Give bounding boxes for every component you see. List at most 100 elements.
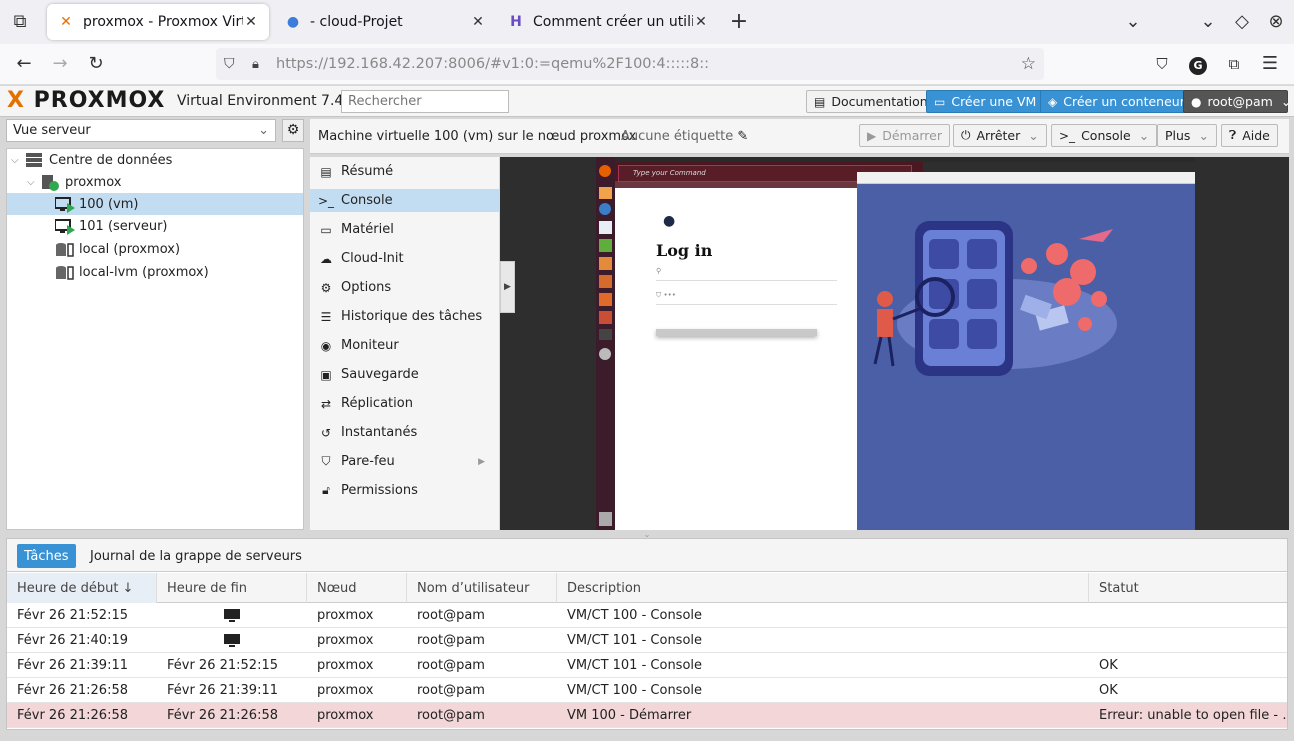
running-monitor-icon (157, 603, 307, 628)
vm-login-button[interactable] (656, 329, 817, 336)
pocket-icon[interactable]: ⛉ (1150, 52, 1174, 76)
menu-item-monitor[interactable]: ◉ Moniteur (310, 334, 499, 357)
close-window-icon[interactable]: ⊗ (1264, 10, 1288, 34)
search-input[interactable] (341, 90, 509, 113)
column-user[interactable]: Nom d’utilisateur (407, 573, 557, 603)
cell-description: VM/CT 101 - Console (567, 633, 703, 648)
table-row-error[interactable]: Févr 26 21:26:58 Févr 26 21:26:58 proxmo… (7, 703, 1287, 728)
tab-list-icon[interactable]: ⧉ (8, 10, 32, 34)
tab-label: proxmox - Proxmox Virtu (83, 14, 243, 30)
tab-cluster-log-label: Journal de la grappe de serveurs (90, 548, 302, 564)
browser-tab-comment-creer[interactable]: H Comment créer un utilisa ✕ (497, 4, 719, 40)
vm-password-field[interactable]: ⛉ ••• (656, 291, 837, 305)
table-row[interactable]: Févr 26 21:39:11 Févr 26 21:52:15 proxmo… (7, 653, 1287, 678)
tree-item-vm-101[interactable]: 101 (serveur) (7, 215, 303, 237)
tree-item-vm-100[interactable]: 100 (vm) (7, 193, 303, 215)
url-field[interactable]: ⛉ 🔒︎ https://192.168.42.207:8006/#v1:0:=… (216, 48, 1044, 80)
chevron-down-icon[interactable]: ⌄ (1121, 10, 1145, 34)
back-arrow-icon[interactable]: ← (12, 52, 36, 76)
extensions-icon[interactable]: ⧉ (1222, 52, 1246, 76)
tree-item-storage-local[interactable]: local (proxmox) (7, 238, 303, 260)
minimize-icon[interactable]: ⌄ (1196, 10, 1220, 34)
menu-item-task-history[interactable]: ☰ Historique des tâches (310, 305, 499, 328)
view-selector[interactable]: Vue serveur ⌄ (6, 119, 276, 142)
content-title: Machine virtuelle 100 (vm) sur le nœud p… (318, 129, 637, 144)
menu-item-permissions[interactable]: 🔓︎ Permissions (310, 479, 499, 502)
browser-nav-bar: ← → ↻ ⛉ 🔒︎ https://192.168.42.207:8006/#… (0, 44, 1294, 85)
tab-tasks-label: Tâches (24, 548, 69, 564)
power-icon: ⏻ (961, 128, 971, 142)
profile-avatar[interactable]: G (1186, 52, 1210, 76)
eye-icon: ◉ (320, 338, 332, 353)
vm-login-title: Log in (656, 241, 713, 260)
user-menu-button[interactable]: ● root@pam ⌄ (1183, 90, 1291, 113)
maximize-icon[interactable]: ◇ (1230, 10, 1254, 34)
tree-item-storage-local-lvm[interactable]: local-lvm (proxmox) (7, 261, 303, 283)
documentation-button[interactable]: ▤ Documentation (806, 90, 936, 113)
hamburger-menu-icon[interactable]: ☰ (1258, 52, 1282, 76)
pencil-icon[interactable]: ✎ (737, 129, 748, 144)
close-tab-icon[interactable]: ✕ (693, 14, 709, 30)
tab-tasks[interactable]: Tâches (17, 544, 76, 568)
console-button[interactable]: >_ Console ⌄ (1051, 124, 1158, 147)
cell-node: proxmox (317, 708, 374, 723)
table-row[interactable]: Févr 26 21:26:58 Févr 26 21:39:11 proxmo… (7, 678, 1287, 703)
cell-node: proxmox (317, 608, 374, 623)
column-node[interactable]: Nœud (307, 573, 407, 603)
tree-settings-gear-icon[interactable]: ⚙ (282, 119, 304, 142)
tasks-panel: Tâches Journal de la grappe de serveurs … (6, 538, 1288, 730)
vm-menu: ▤ Résumé >_ Console ▭ Matériel ☁ Cloud-Init … (310, 157, 499, 530)
tags-field[interactable]: Aucune étiquette ✎ (621, 129, 748, 144)
reload-icon[interactable]: ↻ (84, 52, 108, 76)
table-row[interactable]: Févr 26 21:40:19 proxmox root@pam VM/CT … (7, 628, 1287, 653)
stop-button[interactable]: ⏻ Arrêter ⌄ (953, 124, 1047, 147)
help-button[interactable]: ❓︎ Aide (1221, 124, 1278, 147)
create-ct-button[interactable]: ◈ Créer un conteneur (1040, 90, 1193, 113)
running-monitor-icon (157, 628, 307, 653)
shield-icon[interactable]: ⛉ (224, 56, 242, 72)
console-sidebar-toggle[interactable]: ▶ (500, 261, 515, 313)
tree-item-datacenter[interactable]: ⌵ Centre de données (7, 149, 303, 171)
panel-splitter-handle[interactable]: ⌄ (624, 530, 670, 539)
column-status[interactable]: Statut (1089, 573, 1287, 603)
column-end-time[interactable]: Heure de fin (157, 573, 307, 603)
floppy-icon: ▣ (320, 367, 332, 382)
column-label: Nom d’utilisateur (417, 580, 530, 596)
menu-item-hardware[interactable]: ▭ Matériel (310, 218, 499, 241)
create-vm-button[interactable]: ▭ Créer une VM (926, 90, 1045, 113)
start-button[interactable]: ▶ Démarrer (859, 124, 950, 147)
browser-tab-cloud-projet[interactable]: ● - cloud-Projet ✕ (274, 4, 496, 40)
column-label: Statut (1099, 580, 1139, 596)
menu-item-replication[interactable]: ⇄ Réplication (310, 392, 499, 415)
menu-item-snapshots[interactable]: ↺ Instantanés (310, 421, 499, 444)
console-label: Console (1081, 128, 1131, 143)
forward-arrow-icon[interactable]: → (48, 52, 72, 76)
tab-cluster-log[interactable]: Journal de la grappe de serveurs (83, 544, 309, 568)
close-tab-icon[interactable]: ✕ (243, 14, 259, 30)
column-start-time[interactable]: Heure de début ↓ (7, 573, 157, 603)
new-tab-icon[interactable]: + (727, 10, 751, 34)
cell-description: VM/CT 100 - Console (567, 683, 703, 698)
vm-console-viewport[interactable]: ▶ ● Log in ⚲ ⛉ ••• Type your Command (500, 157, 1289, 530)
column-description[interactable]: Description (557, 573, 1089, 603)
menu-item-firewall[interactable]: ⛉ Pare-feu ▶ (310, 450, 499, 473)
cell-end: Févr 26 21:52:15 (167, 658, 278, 673)
browser-tab-proxmox[interactable]: ✕ proxmox - Proxmox Virtu ✕ (47, 4, 269, 40)
monitor-icon: ▭ (320, 222, 332, 237)
cell-status: OK (1099, 658, 1118, 673)
menu-item-cloud-init[interactable]: ☁ Cloud-Init (310, 247, 499, 270)
menu-item-options[interactable]: ⚙ Options (310, 276, 499, 299)
menu-item-summary[interactable]: ▤ Résumé (310, 160, 499, 183)
lock-icon[interactable]: 🔒︎ (252, 57, 268, 72)
tree-item-label: Centre de données (49, 152, 173, 168)
menu-item-console[interactable]: >_ Console (310, 189, 499, 212)
close-tab-icon[interactable]: ✕ (470, 14, 486, 30)
proxmox-favicon-icon: ✕ (60, 14, 72, 30)
menu-item-backup[interactable]: ▣ Sauvegarde (310, 363, 499, 386)
more-button[interactable]: Plus ⌄ (1157, 124, 1217, 147)
tree-item-node-proxmox[interactable]: ⌵ proxmox (7, 171, 303, 193)
bookmark-star-icon[interactable]: ☆ (1021, 54, 1036, 74)
vm-username-field[interactable]: ⚲ (656, 267, 837, 281)
menu-item-label: Cloud-Init (341, 251, 404, 266)
table-row[interactable]: Févr 26 21:52:15 proxmox root@pam VM/CT … (7, 603, 1287, 628)
